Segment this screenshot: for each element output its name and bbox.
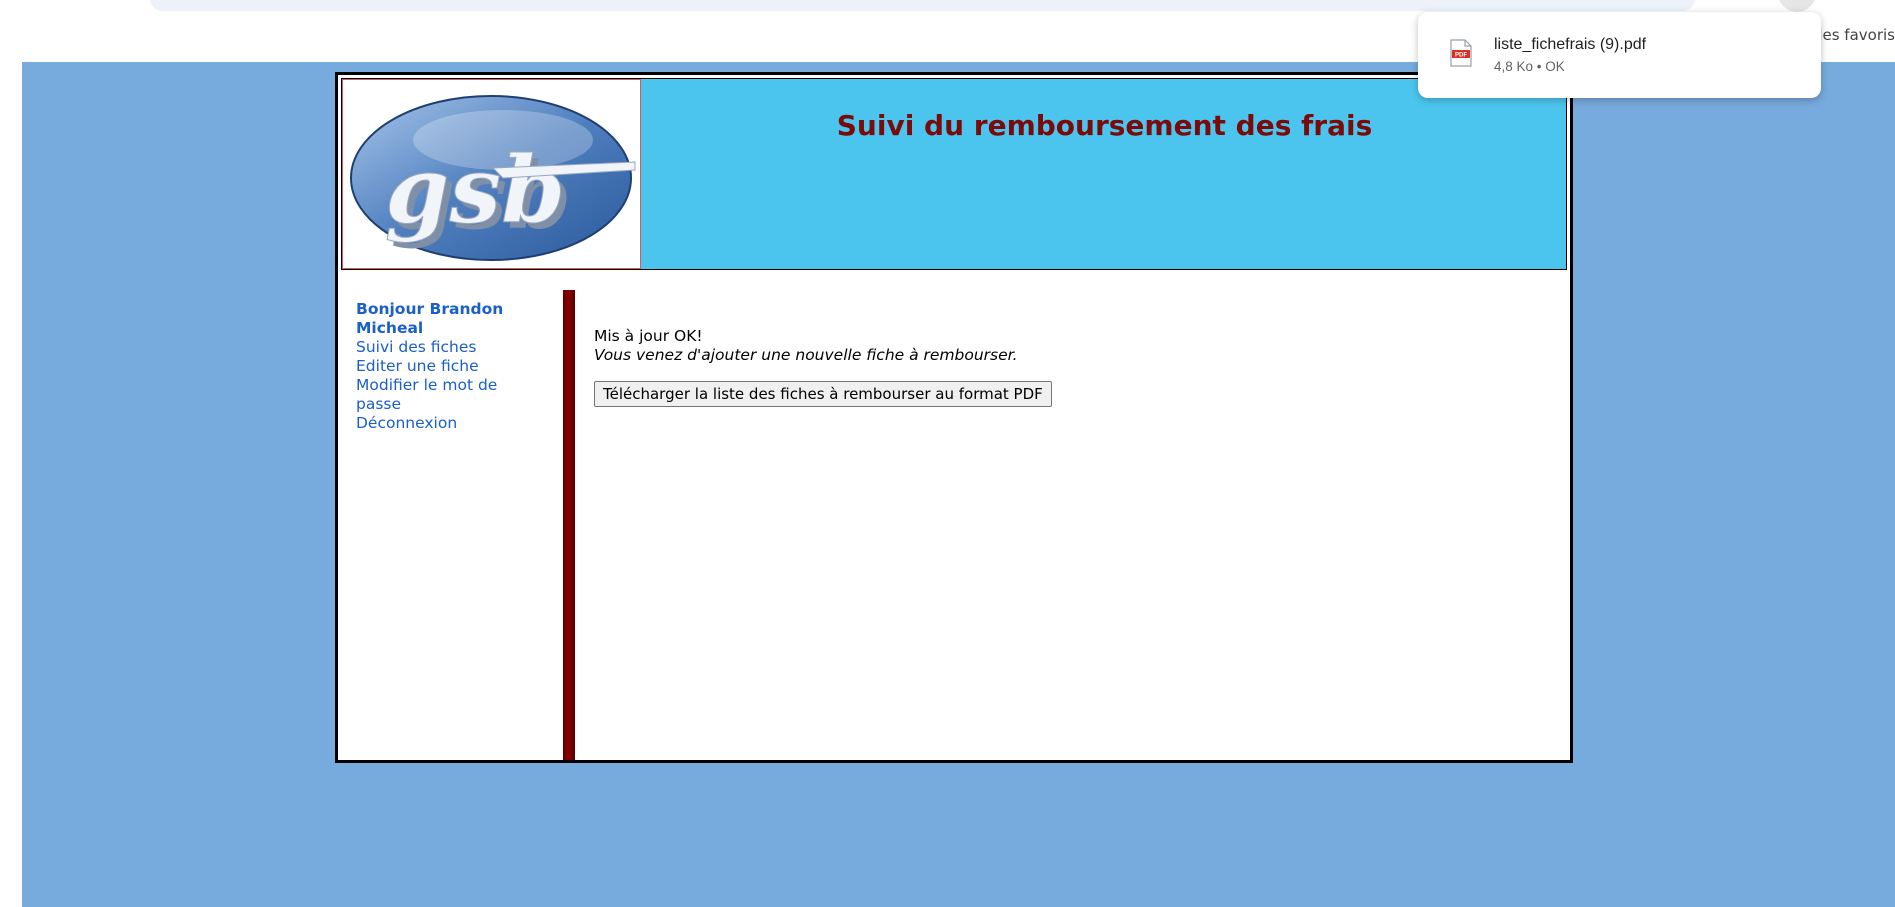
pdf-file-icon: PDF <box>1450 39 1472 67</box>
main-content: Mis à jour OK! Vous venez d'ajouter une … <box>594 327 1052 407</box>
gsb-logo-image: gsb gsb <box>350 95 636 261</box>
svg-text:PDF: PDF <box>1455 53 1467 59</box>
download-popup: PDF liste_fichefrais (9).pdf 4,8 Ko • OK <box>1418 12 1821 98</box>
status-message: Mis à jour OK! <box>594 327 703 345</box>
site-container: gsb gsb Suivi du remboursement des frais… <box>335 72 1573 763</box>
address-bar[interactable] <box>150 0 1695 11</box>
menu-item-deconnexion[interactable]: Déconnexion <box>356 414 516 433</box>
menu-item-suivi-fiches[interactable]: Suivi des fiches <box>356 338 516 357</box>
download-file-name[interactable]: liste_fichefrais (9).pdf <box>1494 36 1646 54</box>
vertical-divider <box>563 290 575 760</box>
menu-item-editer-fiche[interactable]: Editer une fiche <box>356 357 516 376</box>
toolbar-button[interactable] <box>1778 0 1816 12</box>
site-header: gsb gsb Suivi du remboursement des frais <box>341 78 1567 270</box>
side-menu: Bonjour Brandon Micheal Suivi des fiches… <box>356 300 516 433</box>
page-title: Suivi du remboursement des frais <box>836 109 1373 142</box>
gsb-logo: gsb gsb <box>342 79 641 269</box>
user-greeting: Bonjour Brandon Micheal <box>356 300 504 337</box>
info-message: Vous venez d'ajouter une nouvelle fiche … <box>594 346 1018 364</box>
menu-item-modifier-mot-de-passe[interactable]: Modifier le mot de passe <box>356 376 516 414</box>
logo-text: gsb <box>385 136 565 244</box>
download-file-status: 4,8 Ko • OK <box>1494 59 1565 74</box>
download-pdf-button[interactable]: Télécharger la liste des fiches à rembou… <box>594 381 1052 407</box>
